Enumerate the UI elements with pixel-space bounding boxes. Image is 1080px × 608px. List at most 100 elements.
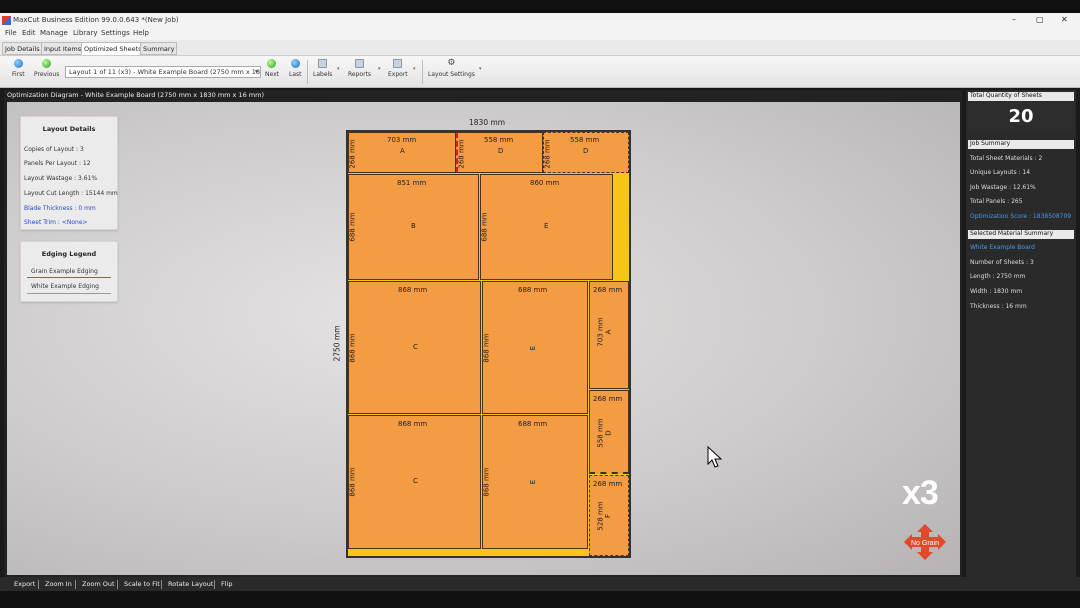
export-button[interactable]: Export — [388, 59, 408, 78]
total-panels: Total Panels : 265 — [970, 198, 1023, 205]
layout-cut-length: Layout Cut Length : 15144 mm — [24, 190, 118, 197]
material-width: Width : 1830 mm — [970, 288, 1023, 295]
labels-icon — [318, 59, 328, 68]
panel-c[interactable]: 868 mm C 868 mm — [348, 281, 481, 414]
panel-id-label: E — [529, 479, 538, 485]
maximize-button[interactable]: ▢ — [1036, 15, 1044, 24]
tab-summary[interactable]: Summary — [140, 42, 178, 55]
divider — [38, 580, 39, 589]
minimize-button[interactable]: – — [1012, 15, 1016, 24]
zoom-in-button[interactable]: Zoom In — [45, 580, 72, 588]
last-label: Last — [289, 71, 302, 78]
panel-width-label: 860 mm — [530, 179, 560, 187]
sheet-trim-link[interactable]: Sheet Trim : <None> — [24, 219, 88, 226]
panel-height-label: 268 mm — [543, 139, 552, 169]
panel-d[interactable]: 558 mm D 268 mm — [456, 132, 543, 173]
panel-id-label: C — [413, 343, 418, 351]
edging-legend-card: Edging Legend Grain Example Edging White… — [20, 241, 118, 302]
layout-select[interactable]: Layout 1 of 11 (x3) - White Example Boar… — [65, 66, 261, 78]
export-dropdown-icon[interactable]: ▾ — [413, 66, 416, 72]
tab-optimized-sheets[interactable]: Optimized Sheets — [81, 42, 145, 55]
total-quantity-value: 20 — [968, 102, 1074, 132]
sheet-length-label: 2750 mm — [332, 325, 342, 362]
panel-width-label: 268 mm — [593, 480, 623, 488]
panel-id-label: E — [544, 222, 549, 230]
previous-arrow-icon — [42, 59, 52, 68]
panel-a[interactable]: 268 mm 703 mm A — [589, 281, 629, 389]
diagram-canvas[interactable]: Layout Details Copies of Layout : 3 Pane… — [7, 102, 960, 575]
rotate-layout-button[interactable]: Rotate Layout — [168, 580, 213, 588]
footer-strip — [0, 591, 1080, 608]
layout-settings-label: Layout Settings — [428, 71, 475, 78]
panel-b[interactable]: 851 mm B 688 mm — [348, 174, 479, 280]
unique-layouts: Unique Layouts : 14 — [970, 169, 1031, 176]
panel-e[interactable]: 688 mm E 868 mm — [482, 281, 588, 414]
layout-details-card: Layout Details Copies of Layout : 3 Pane… — [20, 116, 118, 230]
panel-width-label: 558 mm — [484, 136, 514, 144]
panel-height-label: 868 mm — [482, 467, 491, 497]
zoom-out-button[interactable]: Zoom Out — [82, 580, 115, 588]
panel-d[interactable]: 558 mm D 268 mm — [543, 132, 629, 173]
panel-height-label: 688 mm — [348, 212, 357, 242]
last-button[interactable]: Last — [289, 59, 302, 78]
reports-dropdown-icon[interactable]: ▾ — [378, 66, 381, 72]
panel-width-label: 688 mm — [518, 420, 548, 428]
next-button[interactable]: Next — [265, 59, 279, 78]
previous-button[interactable]: Previous — [34, 59, 59, 78]
divider — [117, 580, 118, 589]
layout-select-value: Layout 1 of 11 (x3) - White Example Boar… — [69, 68, 261, 76]
panel-id-label: C — [413, 477, 418, 485]
edging-legend-item: Grain Example Edging — [31, 268, 98, 275]
panel-a[interactable]: 703 mm A 268 mm — [348, 132, 456, 173]
panel-id-label: A — [604, 329, 613, 335]
top-strip — [0, 0, 1080, 13]
menu-bar: File Edit Manage Library Settings Help — [0, 28, 1080, 40]
panel-id-label: B — [411, 222, 416, 230]
scale-to-fit-button[interactable]: Scale to Fit — [124, 580, 160, 588]
reports-icon — [355, 59, 364, 68]
menu-file[interactable]: File — [5, 29, 17, 37]
tab-input-items[interactable]: Input Items — [41, 42, 85, 55]
panel-f[interactable]: 268 mm 528 mm F — [589, 475, 629, 556]
labels-button[interactable]: Labels — [313, 59, 332, 78]
menu-help[interactable]: Help — [133, 29, 149, 37]
panel-d[interactable]: 268 mm 558 mm D — [589, 390, 629, 474]
white-edging-swatch — [27, 293, 111, 294]
panel-e[interactable]: 860 mm E 688 mm — [480, 174, 613, 280]
panel-c[interactable]: 868 mm C 868 mm — [348, 415, 481, 549]
layout-settings-button[interactable]: ⚙ Layout Settings — [428, 59, 475, 79]
menu-library[interactable]: Library — [73, 29, 97, 37]
menu-manage[interactable]: Manage — [40, 29, 68, 37]
title-bar: MaxCut Business Edition 99.0.0.643 *(New… — [0, 13, 1080, 28]
flip-button[interactable]: Flip — [221, 580, 232, 588]
bottom-toolbar — [0, 577, 1080, 591]
total-sheet-materials: Total Sheet Materials : 2 — [970, 155, 1043, 162]
panel-id-label: E — [529, 345, 538, 351]
first-button[interactable]: First — [12, 59, 25, 78]
blade-thickness-link[interactable]: Blade Thickness : 0 mm — [24, 205, 96, 212]
layout-settings-dropdown-icon[interactable]: ▾ — [479, 66, 482, 72]
export-diagram-button[interactable]: Export — [14, 580, 35, 588]
panel-id-label: D — [604, 430, 613, 436]
previous-label: Previous — [34, 71, 60, 78]
close-button[interactable]: ✕ — [1061, 15, 1068, 24]
menu-settings[interactable]: Settings — [101, 29, 130, 37]
menu-edit[interactable]: Edit — [22, 29, 36, 37]
mouse-cursor-icon — [707, 446, 723, 468]
window-title: MaxCut Business Edition 99.0.0.643 *(New… — [13, 16, 179, 24]
panel-width-label: 851 mm — [397, 179, 427, 187]
labels-dropdown-icon[interactable]: ▾ — [337, 66, 340, 72]
panel-height-label: 868 mm — [482, 333, 491, 363]
material-name-link[interactable]: White Example Board — [970, 244, 1035, 251]
next-label: Next — [265, 71, 279, 78]
panel-e[interactable]: 688 mm E 868 mm — [482, 415, 588, 549]
reports-label: Reports — [348, 71, 372, 78]
layout-wastage: Layout Wastage : 3.61% — [24, 175, 98, 182]
panel-id-label: A — [400, 147, 405, 155]
chevron-down-icon: ▾ — [254, 68, 258, 75]
tab-job-details[interactable]: Job Details — [2, 42, 43, 55]
reports-button[interactable]: Reports — [348, 59, 371, 78]
summary-sidebar — [966, 90, 1076, 577]
last-arrow-icon — [290, 59, 300, 68]
panel-width-label: 703 mm — [387, 136, 417, 144]
